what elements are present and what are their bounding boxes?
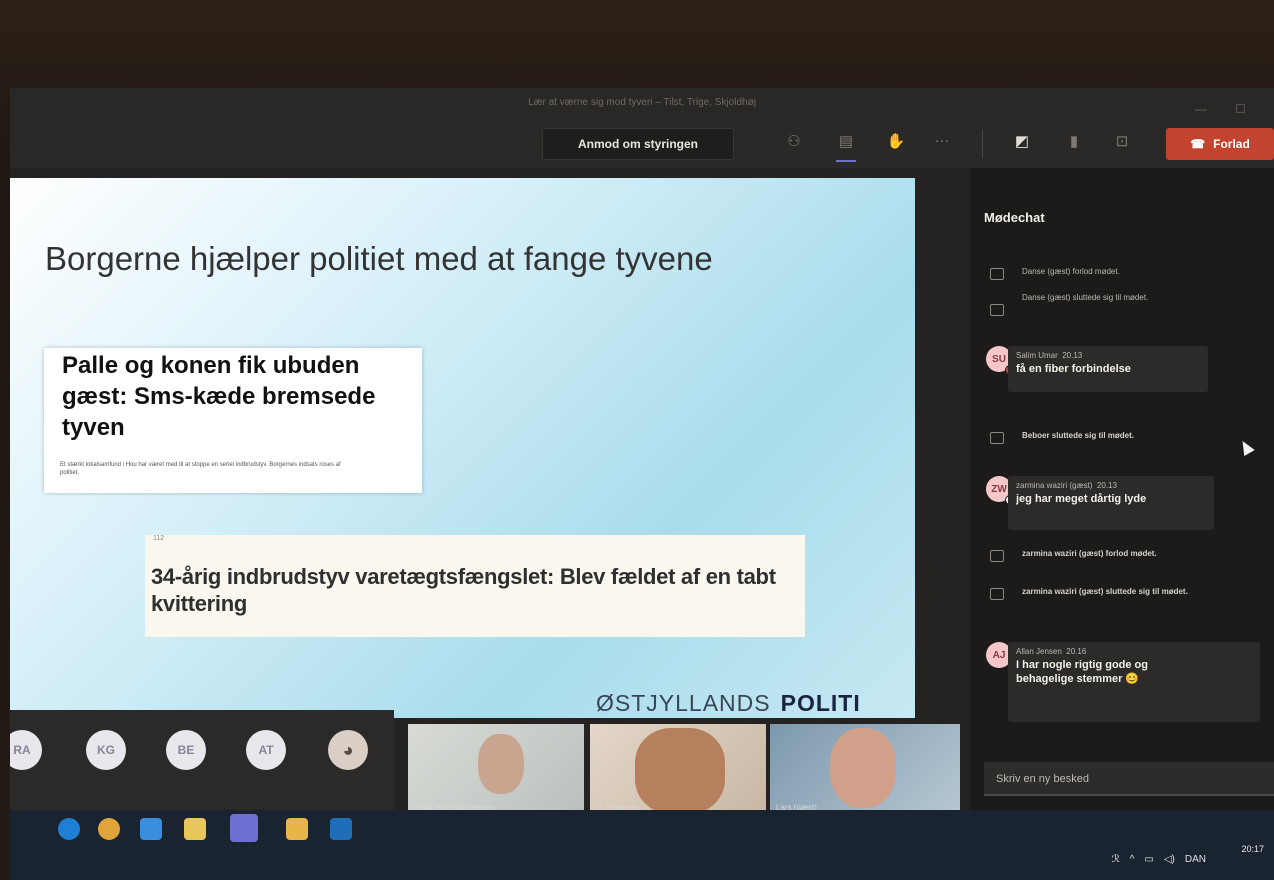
toolbar-divider <box>982 130 983 158</box>
compose-message-input[interactable]: Skriv en ny besked <box>984 762 1274 796</box>
news-clip-2: 112 34-årig indbrudstyv varetægtsfængsle… <box>145 535 805 637</box>
teams-icon[interactable] <box>230 814 258 842</box>
person-icon: ◕ <box>342 739 354 760</box>
politi-logo: ØSTJYLLANDS POLITI <box>596 690 861 717</box>
event-icon <box>990 304 1004 316</box>
clip1-subtext: Et stærkt lokalsamfund i Hou har været m… <box>60 462 341 476</box>
language-indicator[interactable]: DAN <box>1185 854 1206 865</box>
video-person-1 <box>478 734 524 794</box>
request-control-button[interactable]: Anmod om styringen <box>542 128 734 160</box>
window-title: Lær at værne sig mod tyveri – Tilst, Tri… <box>528 97 756 108</box>
title-bar: Lær at værne sig mod tyveri – Tilst, Tri… <box>10 88 1274 118</box>
video-tile-2[interactable]: T. Johansen <box>590 724 766 820</box>
music-icon[interactable] <box>140 818 162 840</box>
participants-icon[interactable]: ⚇ <box>782 132 806 154</box>
message-time: 20.13 <box>1096 481 1117 490</box>
message-text: I har nogle rigtig gode og behagelige st… <box>1016 659 1148 685</box>
avatar-at[interactable]: AT <box>246 730 286 770</box>
event-icon <box>990 268 1004 280</box>
edge-icon[interactable] <box>58 818 80 840</box>
message-bubble[interactable]: Salim Umar 20.13 få en fiber forbindelse <box>1008 346 1208 392</box>
shared-slide: Borgerne hjælper politiet med at fange t… <box>10 178 915 718</box>
logo-politi: POLITI <box>780 690 861 716</box>
event-text: Danse (gæst) forlod mødet. <box>1022 267 1120 276</box>
avatar-ra[interactable]: RA <box>10 730 42 770</box>
outlook-icon[interactable] <box>330 818 352 840</box>
message-author: zarmina waziri (gæst) <box>1016 481 1093 490</box>
meeting-toolbar: Anmod om styringen ⚇ ▤ ✋ ··· ◩ ▮ ⊡ ☎ For… <box>10 118 1274 168</box>
video-tile-3[interactable]: Lars (gæst) <box>770 724 960 820</box>
more-icon[interactable]: ··· <box>930 132 954 154</box>
message-time: 20.13 <box>1062 351 1083 360</box>
message-time: 20.16 <box>1066 647 1087 656</box>
system-tray: ℛ ^ ▭ ◁) DAN <box>1112 854 1256 865</box>
windows-taskbar: ℛ ^ ▭ ◁) DAN 20:17 <box>10 810 1274 880</box>
event-text: zarmina waziri (gæst) forlod mødet. <box>1022 549 1157 558</box>
message-text: jeg har meget dårtig lyde <box>1016 493 1147 505</box>
event-icon <box>990 432 1004 444</box>
store-icon[interactable] <box>184 818 206 840</box>
avatar-kg[interactable]: KG <box>86 730 126 770</box>
network-icon[interactable]: ▭ <box>1144 854 1153 865</box>
meeting-chat-panel: Mødechat Danse (gæst) forlod mødet. Dans… <box>970 168 1274 880</box>
slide-title: Borgerne hjælper politiet med at fange t… <box>45 240 713 277</box>
event-icon <box>990 588 1004 600</box>
message-bubble[interactable]: zarmina waziri (gæst) 20.13 jeg har mege… <box>1008 476 1214 530</box>
event-text: Danse (gæst) sluttede sig til mødet. <box>1022 293 1149 302</box>
avatar-photo[interactable]: ◕ <box>328 730 368 770</box>
chat-title: Mødechat <box>984 210 1045 225</box>
phone-hangup-icon: ☎ <box>1190 137 1206 151</box>
logo-region: ØSTJYLLANDS <box>596 690 771 716</box>
chevron-up-icon[interactable]: ^ <box>1130 854 1135 865</box>
mic-icon[interactable]: ▮ <box>1062 132 1086 154</box>
chat-icon[interactable]: ▤ <box>834 132 858 162</box>
message-text: få en fiber forbindelse <box>1016 363 1131 375</box>
video-person-2 <box>635 728 725 814</box>
teams-window: Lær at værne sig mod tyveri – Tilst, Tri… <box>10 88 1274 880</box>
message-bubble[interactable]: Allan Jensen 20.16 I har nogle rigtig go… <box>1008 642 1260 722</box>
leave-label: Forlad <box>1213 137 1250 151</box>
explorer-icon[interactable] <box>286 818 308 840</box>
chrome-icon[interactable] <box>98 818 120 840</box>
news-clip-1: Palle og konen fik ubuden gæst: Sms-kæde… <box>44 348 422 493</box>
people-icon[interactable]: ℛ <box>1112 854 1120 865</box>
message-author: Allan Jensen <box>1016 647 1062 656</box>
event-icon <box>990 550 1004 562</box>
event-text: Beboer sluttede sig til mødet. <box>1022 431 1135 440</box>
clip2-tag: 112 <box>153 535 165 542</box>
avatar-be[interactable]: BE <box>166 730 206 770</box>
participant-avatars: RA KG BE AT ◕ <box>10 710 394 810</box>
share-icon[interactable]: ⊡ <box>1110 132 1134 154</box>
volume-icon[interactable]: ◁) <box>1164 854 1175 865</box>
leave-button[interactable]: ☎ Forlad <box>1166 128 1274 160</box>
clip2-headline: 34-årig indbrudstyv varetægtsfængslet: B… <box>151 564 776 616</box>
camera-off-icon[interactable]: ◩ <box>1010 132 1034 154</box>
event-text: zarmina waziri (gæst) sluttede sig til m… <box>1022 587 1188 596</box>
raise-hand-icon[interactable]: ✋ <box>884 132 908 154</box>
taskbar-clock[interactable]: 20:17 <box>1241 844 1264 854</box>
message-author: Salim Umar <box>1016 351 1058 360</box>
clip1-headline: Palle og konen fik ubuden gæst: Sms-kæde… <box>62 352 376 441</box>
video-person-3 <box>830 728 896 808</box>
video-tile-1[interactable]: Peter Foerzdal Nielsen <box>408 724 584 820</box>
